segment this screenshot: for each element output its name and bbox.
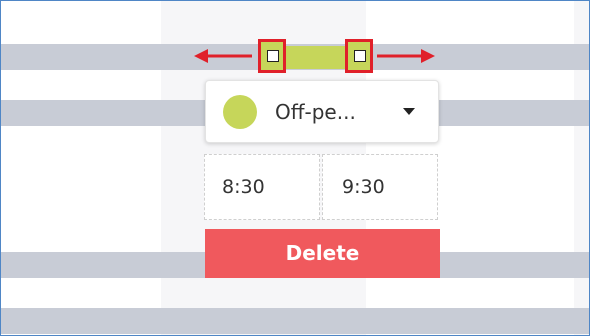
time-range-bar[interactable] [286,46,348,69]
handle-grip-icon [267,50,279,62]
schedule-row-band [1,308,589,334]
delete-button[interactable]: Delete [205,229,440,278]
arrow-left-icon [194,49,252,63]
handle-grip-icon [354,50,366,62]
resize-right-handle-icon[interactable] [345,39,373,73]
category-dropdown[interactable]: Off-pe... [205,80,439,143]
category-color-swatch [223,95,257,129]
resize-left-handle-icon[interactable] [258,39,286,73]
end-time-field[interactable]: 9:30 [322,154,438,220]
start-time-field[interactable]: 8:30 [204,154,320,220]
arrow-right-icon [377,49,435,63]
category-label: Off-pe... [275,100,356,124]
schedule-editor: Off-pe... 8:30 9:30 Delete [0,0,590,336]
chevron-down-icon [403,108,415,115]
